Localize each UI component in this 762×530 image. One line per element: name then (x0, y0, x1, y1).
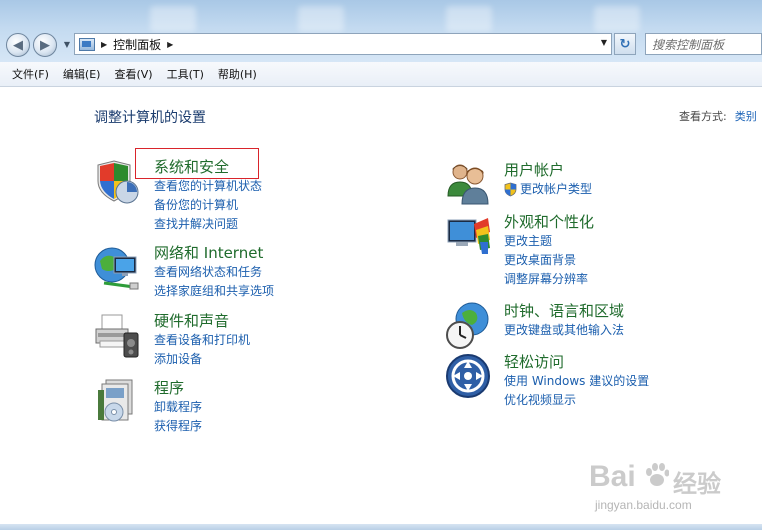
uac-shield-icon (504, 182, 517, 197)
menu-help[interactable]: 帮助(H) (211, 66, 264, 82)
forward-arrow-icon: ▶ (40, 37, 50, 53)
category-hardware-sound: 硬件和声音 查看设备和打印机 添加设备 (94, 311, 250, 369)
page-title: 调整计算机的设置 (94, 110, 206, 126)
link-change-desktop-background[interactable]: 更改桌面背景 (504, 251, 594, 270)
view-mode: 查看方式: 类别 (679, 108, 757, 124)
monitor-palette-icon[interactable] (444, 212, 492, 260)
category-network-internet: 网络和 Internet 查看网络状态和任务 选择家庭组和共享选项 (94, 243, 274, 301)
breadcrumb-chevron-icon[interactable]: ▶ (167, 40, 173, 49)
view-mode-dropdown[interactable]: 类别 (735, 110, 757, 123)
back-button[interactable]: ◀ (6, 33, 30, 57)
highlight-annotation-box (135, 148, 259, 179)
link-change-account-type[interactable]: 更改帐户类型 (504, 180, 592, 199)
link-uninstall-program[interactable]: 卸载程序 (154, 398, 202, 417)
watermark-brand-left: Bai (589, 460, 636, 493)
window-titlebar: ◀ ▶ ▼ ▶ 控制面板 ▶ ▼ ↻ 搜索控制面板 (0, 0, 762, 62)
background-thumbnail (298, 6, 344, 32)
link-homegroup-sharing[interactable]: 选择家庭组和共享选项 (154, 282, 274, 301)
back-arrow-icon: ◀ (13, 37, 23, 53)
category-title[interactable]: 轻松访问 (504, 352, 649, 372)
watermark-brand-right: 经验 (673, 470, 721, 498)
control-panel-icon (79, 37, 95, 51)
baidu-jingyan-watermark: Bai 经验 jingyan.baidu.com (583, 452, 743, 522)
breadcrumb-control-panel[interactable]: 控制面板 (113, 36, 161, 53)
recent-pages-dropdown[interactable]: ▼ (62, 40, 72, 50)
link-get-programs[interactable]: 获得程序 (154, 417, 202, 436)
menu-tools[interactable]: 工具(T) (160, 66, 211, 82)
link-devices-printers[interactable]: 查看设备和打印机 (154, 331, 250, 350)
link-recommended-settings[interactable]: 使用 Windows 建议的设置 (504, 372, 649, 391)
category-clock-language-region: 时钟、语言和区域 更改键盘或其他输入法 (444, 301, 624, 349)
link-backup-computer[interactable]: 备份您的计算机 (154, 196, 262, 215)
category-title[interactable]: 硬件和声音 (154, 311, 250, 331)
address-dropdown-icon[interactable]: ▼ (601, 38, 607, 47)
link-change-theme[interactable]: 更改主题 (504, 232, 594, 251)
window-bottom-edge (0, 524, 762, 530)
search-placeholder: 搜索控制面板 (652, 37, 725, 52)
programs-icon[interactable] (94, 378, 142, 426)
printer-icon[interactable] (94, 311, 142, 359)
link-optimize-display[interactable]: 优化视频显示 (504, 391, 649, 410)
background-thumbnail (150, 6, 196, 32)
category-appearance: 外观和个性化 更改主题 更改桌面背景 调整屏幕分辨率 (444, 212, 594, 289)
category-title[interactable]: 网络和 Internet (154, 243, 274, 263)
link-adjust-resolution[interactable]: 调整屏幕分辨率 (504, 270, 594, 289)
address-bar[interactable]: ▶ 控制面板 ▶ ▼ (74, 33, 612, 55)
breadcrumb-chevron-icon[interactable]: ▶ (101, 40, 107, 49)
menu-file[interactable]: 文件(F) (5, 66, 56, 82)
network-globe-icon[interactable] (94, 243, 142, 291)
clock-globe-icon[interactable] (444, 301, 492, 349)
users-icon[interactable] (444, 160, 492, 208)
link-network-status[interactable]: 查看网络状态和任务 (154, 263, 274, 282)
category-title[interactable]: 时钟、语言和区域 (504, 301, 624, 321)
link-troubleshoot[interactable]: 查找并解决问题 (154, 215, 262, 234)
link-view-computer-status[interactable]: 查看您的计算机状态 (154, 177, 262, 196)
link-add-device[interactable]: 添加设备 (154, 350, 250, 369)
background-thumbnail (594, 6, 640, 32)
category-user-accounts: 用户帐户 更改帐户类型 (444, 160, 592, 208)
category-ease-of-access: 轻松访问 使用 Windows 建议的设置 优化视频显示 (444, 352, 649, 410)
category-title[interactable]: 外观和个性化 (504, 212, 594, 232)
ease-of-access-icon[interactable] (444, 352, 492, 400)
menu-view[interactable]: 查看(V) (107, 66, 159, 82)
refresh-icon: ↻ (619, 36, 631, 52)
watermark-url: jingyan.baidu.com (595, 498, 692, 512)
link-change-account-type-label: 更改帐户类型 (520, 182, 593, 196)
category-programs: 程序 卸载程序 获得程序 (94, 378, 202, 436)
background-thumbnail (446, 6, 492, 32)
search-input[interactable]: 搜索控制面板 (645, 33, 762, 55)
forward-button[interactable]: ▶ (33, 33, 57, 57)
category-title[interactable]: 用户帐户 (504, 160, 592, 180)
link-change-keyboard-input[interactable]: 更改键盘或其他输入法 (504, 321, 624, 340)
category-title[interactable]: 程序 (154, 378, 202, 398)
view-mode-label: 查看方式: (679, 110, 727, 123)
paw-icon (646, 463, 669, 486)
menu-edit[interactable]: 编辑(E) (56, 66, 108, 82)
refresh-button[interactable]: ↻ (614, 33, 636, 55)
menu-bar: 文件(F) 编辑(E) 查看(V) 工具(T) 帮助(H) (0, 62, 762, 87)
